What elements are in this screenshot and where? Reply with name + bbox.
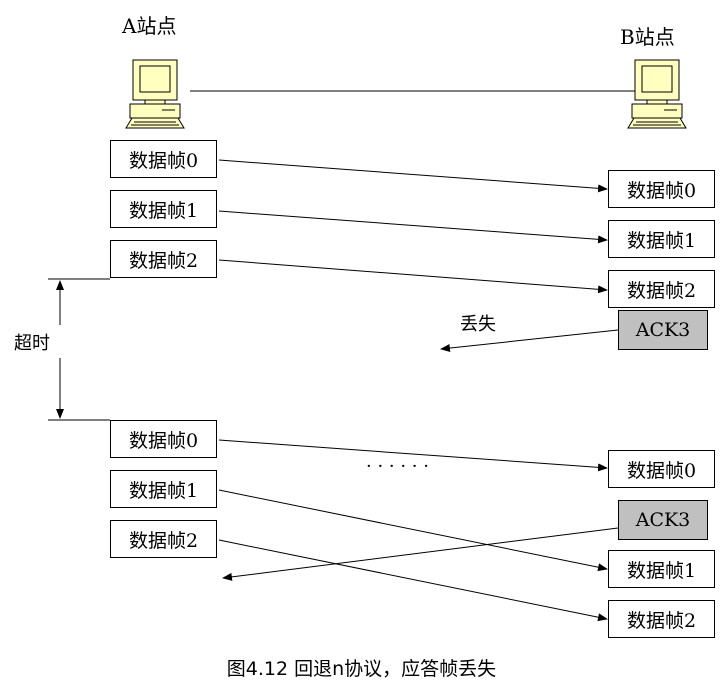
a-resend-frame-1: 数据帧1 [110,470,217,508]
station-b-label: B站点 [620,25,675,49]
a-frame-2: 数据帧2 [110,240,217,278]
arrow-resend-frame1 [218,489,608,572]
a-resend-frame-0: 数据帧0 [110,420,217,458]
a-resend-frame-2: 数据帧2 [110,520,217,558]
b-resend-frame-1: 数据帧1 [608,550,715,588]
computer-icon-b [627,59,687,129]
b-frame-2: 数据帧2 [608,270,715,308]
b-resend-frame-0: 数据帧0 [608,450,715,488]
arrows-layer [48,59,687,622]
computer-icon-a [125,59,185,129]
ellipsis: · · · · · · [366,456,429,477]
arrow-resend-frame2 [218,539,608,622]
a-frame-1: 数据帧1 [110,190,217,228]
b-resend-frame-2: 数据帧2 [608,600,715,638]
ack3-box: ACK3 [618,310,708,350]
b-frame-0: 数据帧0 [608,170,715,208]
go-back-n-diagram: A站点 B站点 数据帧0 数据帧1 数据帧2 数据帧0 数据帧1 数据帧2 数据… [0,0,723,693]
lost-label: 丢失 [460,314,496,335]
ack3-box-second: ACK3 [618,500,708,540]
arrow-frame2 [218,259,608,294]
b-frame-1: 数据帧1 [608,220,715,258]
timeout-label: 超时 [14,333,50,354]
a-frame-0: 数据帧0 [110,140,217,178]
arrow-frame1 [218,210,608,244]
arrow-frame0 [218,159,608,193]
figure-caption: 图4.12 回退n协议，应答帧丢失 [226,658,497,680]
station-a-label: A站点 [122,14,177,38]
